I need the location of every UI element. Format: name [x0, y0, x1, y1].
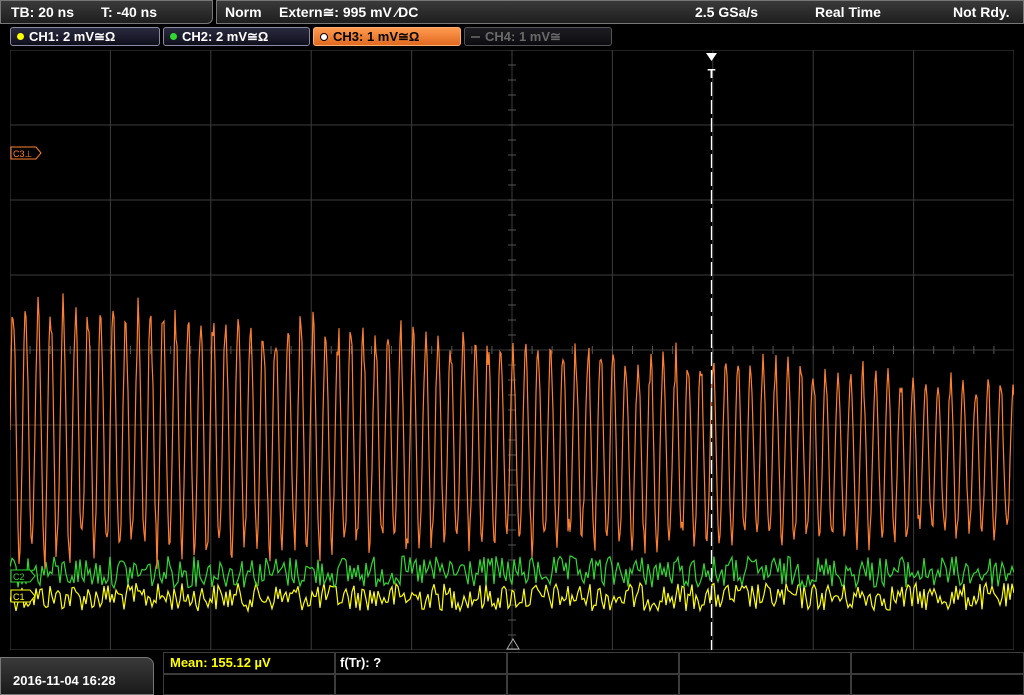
trigger-time-label[interactable]: T: -40 ns [101, 4, 157, 20]
measurement-cell-mean[interactable]: Mean: 155.12 µV [163, 652, 335, 674]
mean-measurement: Mean: 155.12 µV [170, 655, 271, 670]
measurement-cell-4[interactable] [679, 652, 851, 674]
sample-rate-label[interactable]: 2.5 GSa/s [695, 4, 758, 20]
channel-2-marker-label: C2 [13, 572, 25, 582]
channel-1-tab[interactable]: CH1: 2 mV≅Ω [10, 27, 160, 46]
datetime-label: 2016-11-04 16:28 [13, 673, 116, 688]
timebase-label[interactable]: TB: 20 ns [11, 4, 74, 20]
trigger-mode-label[interactable]: Norm [225, 4, 262, 20]
channel-3-indicator-icon [320, 32, 328, 41]
measurement-cell-9[interactable] [679, 674, 851, 695]
measurement-cell-frequency[interactable]: f(Tr): ? [335, 652, 507, 674]
frequency-measurement: f(Tr): ? [340, 655, 382, 670]
acquisition-mode-label[interactable]: Real Time [815, 4, 881, 20]
trigger-source-label[interactable]: Extern≅: 995 mV ⁄DC [279, 4, 418, 21]
channel-3-offset-marker[interactable]: C3⊥ [10, 146, 42, 160]
trigger-panel[interactable]: Norm Extern≅: 995 mV ⁄DC 2.5 GSa/s Real … [216, 0, 1024, 24]
measurement-panel[interactable]: Mean: 155.12 µV f(Tr): ? [163, 652, 1024, 695]
channel-3-label: CH3: 1 mV≅Ω [333, 28, 420, 44]
timebase-panel[interactable]: TB: 20 ns T: -40 ns [0, 0, 213, 24]
trigger-marker-label: T [708, 66, 716, 81]
measurement-cell-6[interactable] [163, 674, 335, 695]
channel-1-label: CH1: 2 mV≅Ω [29, 28, 116, 44]
channel-2-tab[interactable]: CH2: 2 mV≅Ω [163, 27, 310, 46]
status-label: Not Rdy. [953, 4, 1010, 20]
measurement-cell-5[interactable] [851, 652, 1024, 674]
channel-1-marker-label: C1 [13, 592, 25, 602]
channel-2-offset-marker[interactable]: C2 [10, 569, 36, 583]
measurement-cell-8[interactable] [507, 674, 679, 695]
measurement-cell-7[interactable] [335, 674, 507, 695]
channel-1-offset-marker[interactable]: C1 [10, 589, 36, 603]
waveform-display[interactable]: T C3⊥ C2 C1 [10, 50, 1014, 650]
channel-4-off-icon [471, 35, 480, 38]
measurement-cell-10[interactable] [851, 674, 1024, 695]
channel-4-label: CH4: 1 mV≅ [485, 28, 561, 44]
channel-1-indicator-icon [17, 33, 24, 40]
channel-4-tab[interactable]: CH4: 1 mV≅ [464, 27, 612, 46]
channel-2-label: CH2: 2 mV≅Ω [182, 28, 269, 44]
channel-2-indicator-icon [170, 33, 177, 40]
channel-3-tab[interactable]: CH3: 1 mV≅Ω [313, 27, 461, 46]
datetime-panel: 2016-11-04 16:28 [0, 657, 154, 695]
measurement-cell-3[interactable] [507, 652, 679, 674]
channel-3-marker-label: C3⊥ [13, 149, 33, 159]
